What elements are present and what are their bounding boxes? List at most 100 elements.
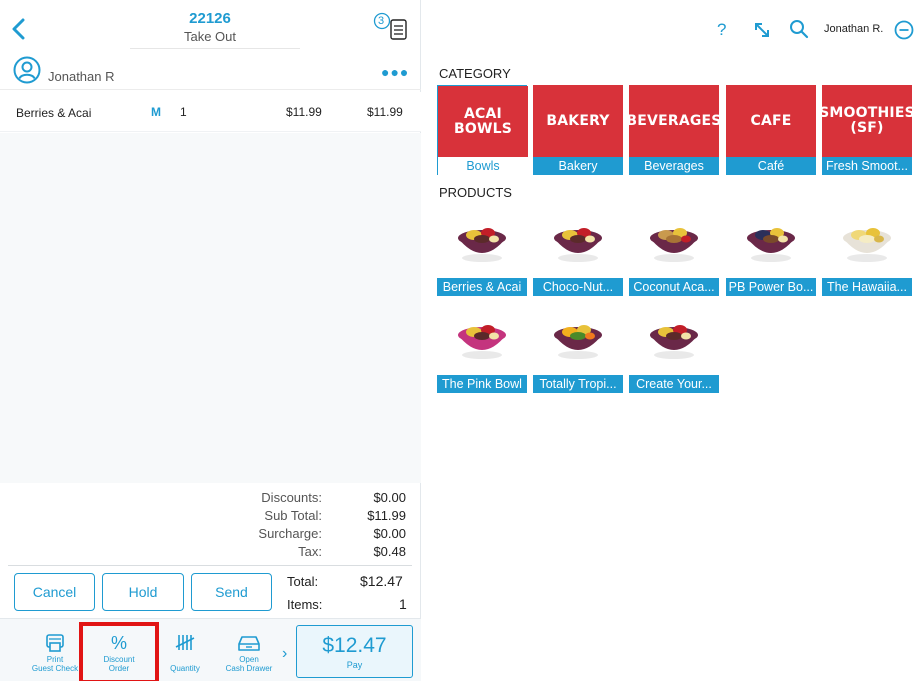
product-image xyxy=(533,303,623,375)
product-image xyxy=(629,303,719,375)
items-count-label: Items: xyxy=(287,597,323,612)
open-orders-button[interactable]: 3 xyxy=(372,12,412,44)
item-unit-price: $11.99 xyxy=(286,105,322,119)
tally-marks-icon xyxy=(175,635,195,650)
order-totals: Discounts: $0.00 Sub Total: $11.99 Surchar… xyxy=(200,490,410,562)
product-tile[interactable]: The Hawaiia... xyxy=(822,206,912,296)
discount-order-button[interactable]: % Discount Order xyxy=(84,619,154,681)
hold-button[interactable]: Hold xyxy=(102,573,184,611)
category-title: SMOOTHIES (SF) xyxy=(819,85,914,157)
item-modifier-badge: M xyxy=(151,105,161,119)
surcharge-value: $0.00 xyxy=(373,526,406,541)
product-name: Coconut Aca... xyxy=(629,278,719,296)
open-orders-count: 3 xyxy=(378,15,385,27)
discount-label-line2: Order xyxy=(108,664,130,673)
product-image xyxy=(726,206,816,278)
category-heading: CATEGORY xyxy=(439,66,511,81)
product-image xyxy=(533,206,623,278)
category-tile-smoothies[interactable]: SMOOTHIES (SF) Fresh Smoot... xyxy=(819,85,914,175)
chevron-right-icon[interactable]: › xyxy=(282,645,287,663)
category-title: CAFE xyxy=(726,85,816,157)
category-title: ACAI BOWLS xyxy=(438,86,528,158)
product-name: Berries & Acai xyxy=(437,278,527,296)
help-icon[interactable]: ? xyxy=(717,20,726,40)
order-line-item[interactable]: Berries & Acai M 1 $11.99 $11.99 xyxy=(0,92,421,132)
menu-panel: ? Jonathan R. CATEGORY ACAI BOWLS Bowls … xyxy=(421,0,914,681)
order-number: 22126 xyxy=(189,10,231,27)
print-guest-check-button[interactable]: Print Guest Check xyxy=(20,619,90,681)
user-icon xyxy=(13,56,41,84)
item-name: Berries & Acai xyxy=(16,106,92,120)
print-label-line1: Print xyxy=(46,655,64,664)
customer-row[interactable]: Jonathan R ●●● xyxy=(0,52,421,90)
product-name: The Pink Bowl xyxy=(437,375,527,393)
pay-amount: $12.47 xyxy=(322,634,387,657)
quantity-label: Quantity xyxy=(170,664,200,673)
category-caption: Café xyxy=(726,157,816,175)
product-tile[interactable]: PB Power Bo... xyxy=(726,206,816,296)
product-tile[interactable]: The Pink Bowl xyxy=(437,303,527,393)
total-label: Total: xyxy=(287,574,319,589)
send-button[interactable]: Send xyxy=(191,573,272,611)
printer-icon xyxy=(46,634,64,652)
subtotal-value: $11.99 xyxy=(367,508,406,523)
category-tile-bakery[interactable]: BAKERY Bakery xyxy=(533,85,623,175)
item-quantity: 1 xyxy=(180,105,187,119)
pay-label: Pay xyxy=(346,660,363,670)
print-label-line2: Guest Check xyxy=(31,664,79,673)
discounts-label: Discounts: xyxy=(261,490,322,505)
order-panel: 22126 Take Out 3 Jonathan R ●●● Berries … xyxy=(0,0,421,681)
order-type[interactable]: Take Out xyxy=(130,29,290,44)
back-chevron-icon[interactable] xyxy=(10,18,28,40)
category-caption: Fresh Smoot... xyxy=(822,157,912,175)
product-tile[interactable]: Choco-Nut... xyxy=(533,206,623,296)
item-line-total: $11.99 xyxy=(367,105,403,119)
product-image xyxy=(822,206,912,278)
tax-value: $0.48 xyxy=(373,544,406,559)
product-tile[interactable]: Coconut Aca... xyxy=(629,206,719,296)
total-value: $12.47 xyxy=(360,573,403,589)
product-tile[interactable]: Totally Tropi... xyxy=(533,303,623,393)
pay-button[interactable]: $12.47 Pay xyxy=(296,625,413,678)
product-name: Totally Tropi... xyxy=(533,375,623,393)
search-icon[interactable] xyxy=(789,19,809,39)
cancel-button[interactable]: Cancel xyxy=(14,573,95,611)
discounts-value: $0.00 xyxy=(373,490,406,505)
category-caption: Bakery xyxy=(533,157,623,175)
category-title: BEVERAGES xyxy=(626,85,721,157)
product-image xyxy=(437,303,527,375)
drawer-label-line1: Open xyxy=(239,655,259,664)
surcharge-label: Surcharge: xyxy=(258,526,322,541)
open-cash-drawer-button[interactable]: Open Cash Drawer xyxy=(214,619,284,681)
discount-label-line1: Discount xyxy=(103,655,135,664)
tax-label: Tax: xyxy=(298,544,322,559)
category-title: BAKERY xyxy=(533,85,623,157)
logout-icon[interactable] xyxy=(894,20,914,40)
product-name: PB Power Bo... xyxy=(726,278,816,296)
percent-icon: % xyxy=(110,633,127,653)
category-caption: Bowls xyxy=(438,157,528,175)
more-options-icon[interactable]: ●●● xyxy=(381,64,409,80)
product-name: The Hawaiia... xyxy=(822,278,912,296)
product-name: Create Your... xyxy=(629,375,719,393)
products-heading: PRODUCTS xyxy=(439,185,512,200)
product-image xyxy=(437,206,527,278)
product-tile[interactable]: Create Your... xyxy=(629,303,719,393)
subtotal-label: Sub Total: xyxy=(264,508,322,523)
product-image xyxy=(629,206,719,278)
items-count-value: 1 xyxy=(399,596,407,612)
category-tile-acai-bowls[interactable]: ACAI BOWLS Bowls xyxy=(437,85,528,175)
cash-drawer-icon xyxy=(238,636,260,651)
logged-in-user[interactable]: Jonathan R. xyxy=(824,23,883,35)
category-tile-beverages[interactable]: BEVERAGES Beverages xyxy=(626,85,721,175)
actions-divider xyxy=(8,565,412,566)
category-tile-cafe[interactable]: CAFE Café xyxy=(726,85,816,175)
product-name: Choco-Nut... xyxy=(533,278,623,296)
expand-icon[interactable] xyxy=(752,20,772,40)
customer-name: Jonathan R xyxy=(48,69,115,84)
order-items-area xyxy=(0,133,421,483)
drawer-label-line2: Cash Drawer xyxy=(225,664,273,673)
quantity-button[interactable]: Quantity xyxy=(150,619,220,681)
product-tile[interactable]: Berries & Acai xyxy=(437,206,527,296)
category-caption: Beverages xyxy=(629,157,719,175)
